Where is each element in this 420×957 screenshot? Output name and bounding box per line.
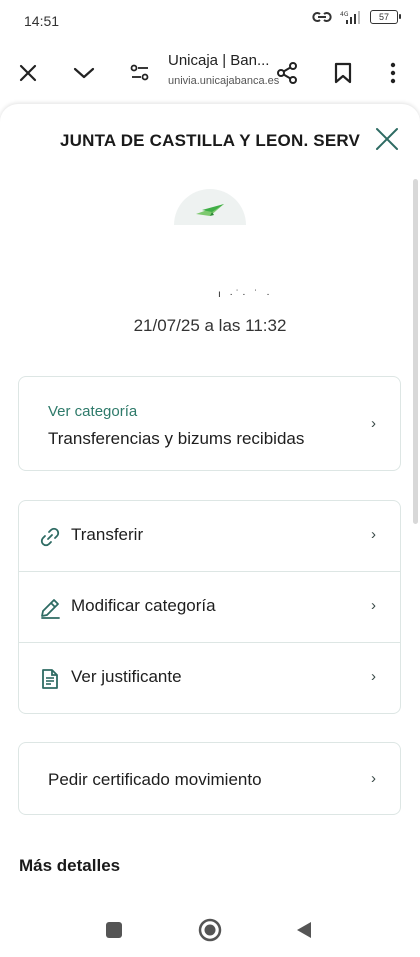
signal-icon: 4G [340,11,360,24]
status-icons: 4G 57 [312,10,401,24]
modify-category-action[interactable]: Modificar categoría › [19,572,400,643]
recents-square-icon[interactable] [102,918,126,942]
page-settings-icon[interactable] [126,59,154,87]
pencil-icon [41,599,60,619]
status-time: 14:51 [24,13,60,29]
chevron-right-icon: › [371,668,376,685]
chevron-right-icon: › [371,597,376,614]
category-label: Ver categoría [48,403,138,420]
category-value: Transferencias y bizums recibidas [48,429,305,448]
view-receipt-label: Ver justificante [71,667,182,686]
certificate-card[interactable]: Pedir certificado movimiento › [18,742,401,815]
link-icon [40,527,60,547]
share-icon[interactable] [273,59,301,87]
battery-icon: 57 [370,10,401,24]
document-icon [42,669,58,689]
svg-text:4G: 4G [340,11,349,18]
page-domain: univia.unicajabanca.es [168,75,280,87]
category-card[interactable]: Ver categoría Transferencias y bizums re… [18,376,401,471]
status-bar: 14:51 4G 57 [0,0,420,44]
actions-card: Transferir › Modificar categoría › Ver j… [18,500,401,714]
close-sheet-button[interactable] [374,126,400,152]
certificate-label: Pedir certificado movimiento [48,770,262,789]
more-vert-icon[interactable] [379,59,407,87]
url-box[interactable]: Unicaja | Ban... univia.unicajabanca.es [168,52,279,87]
browser-toolbar: Unicaja | Ban... univia.unicajabanca.es [0,44,420,102]
modify-category-label: Modificar categoría [71,596,216,615]
back-triangle-icon[interactable] [292,918,316,942]
close-icon[interactable] [14,59,42,87]
page-title: Unicaja | Ban... [168,52,270,69]
chevron-down-icon[interactable] [70,59,98,87]
movement-date: 21/07/25 a las 11:32 [133,316,287,335]
link-status-icon [312,12,332,22]
bookmark-icon[interactable] [329,59,357,87]
battery-level: 57 [378,12,389,22]
chevron-right-icon: › [371,526,376,543]
more-details-heading: Más detalles [19,856,121,875]
view-receipt-action[interactable]: Ver justificante › [19,643,400,714]
scrollbar[interactable] [413,179,418,524]
chevron-right-icon: › [371,770,376,787]
amount-masked: ı ·˙· ˙ · [218,289,273,300]
system-nav-bar [0,904,420,957]
transfer-action[interactable]: Transferir › [19,501,400,572]
chevron-right-icon: › [371,415,376,432]
movement-detail-sheet: JUNTA DE CASTILLA Y LEON. SERV ı ·˙· ˙ ·… [0,104,420,904]
home-circle-icon[interactable] [198,918,222,942]
movement-title: JUNTA DE CASTILLA Y LEON. SERV [60,131,361,150]
transfer-label: Transferir [71,525,144,544]
paper-plane-logo [172,179,248,227]
